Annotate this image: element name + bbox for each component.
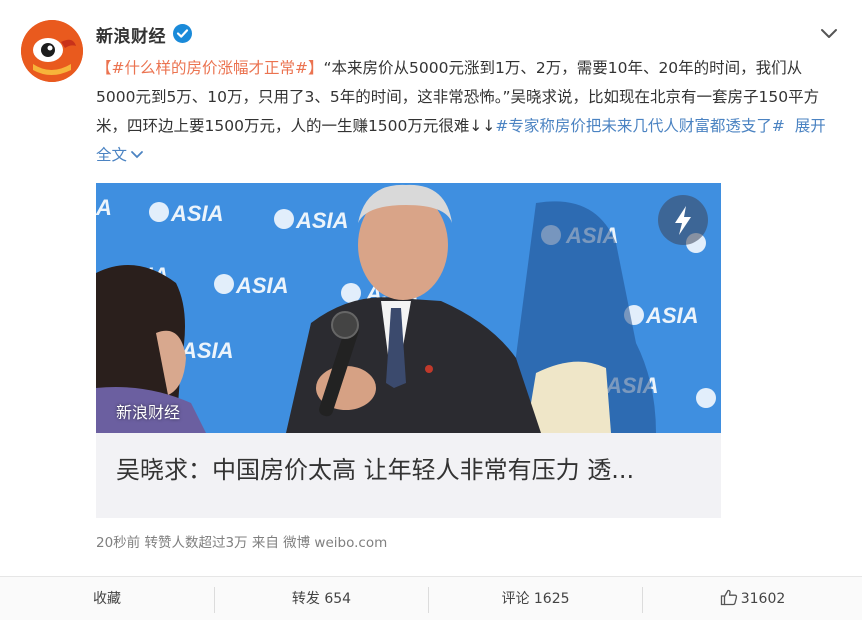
hashtag-link[interactable]: #专家称房价把未来几代人财富都透支了# <box>495 117 784 135</box>
verified-badge-icon <box>173 24 192 43</box>
repost-button[interactable]: 转发 654 <box>215 577 428 620</box>
comment-button[interactable]: 评论 1625 <box>429 577 642 620</box>
topic-tag-link[interactable]: #什么样的房价涨幅才正常# <box>112 59 308 77</box>
asia-logo-text: ASIA <box>170 201 224 226</box>
action-bar: 收藏 转发 654 评论 1625 31602 <box>0 576 862 620</box>
asia-logo-text: ASIA <box>645 303 699 328</box>
svg-text:A: A <box>96 195 112 220</box>
post-meta: 20秒前 转赞人数超过3万 来自 微博 weibo.com <box>96 535 388 551</box>
video-caption[interactable]: 吴晓求：中国房价太高 让年轻人非常有压力 透... <box>96 433 721 518</box>
asia-logo-text: ASIA <box>295 208 349 233</box>
weibo-post-card: 新浪财经 【#什么样的房价涨幅才正常#】“本来房价从5000元涨到1万、2万，需… <box>0 0 862 620</box>
bracket-close: 】 <box>308 59 324 77</box>
like-button[interactable]: 31602 <box>643 577 862 620</box>
watermark: 新浪财经 <box>116 403 181 422</box>
post-text: 【#什么样的房价涨幅才正常#】“本来房价从5000元涨到1万、2万，需要10年、… <box>96 54 836 170</box>
thumbs-up-icon <box>720 589 737 606</box>
sina-eye-avatar[interactable] <box>21 20 83 82</box>
chevron-down-icon[interactable] <box>820 26 838 40</box>
video-thumbnail[interactable]: A ASIA ASIA ASIA ASIA ASIA ASIA ASIA ASI… <box>96 183 721 433</box>
like-count: 31602 <box>740 591 786 607</box>
username[interactable]: 新浪财经 <box>96 22 166 47</box>
asia-logo-text: ASIA <box>235 273 289 298</box>
lightning-icon[interactable] <box>658 195 708 245</box>
chevron-down-icon <box>131 151 143 159</box>
bracket-open: 【 <box>96 59 112 77</box>
favorite-button[interactable]: 收藏 <box>0 577 214 620</box>
asia-logo-text: ASIA <box>180 338 234 363</box>
